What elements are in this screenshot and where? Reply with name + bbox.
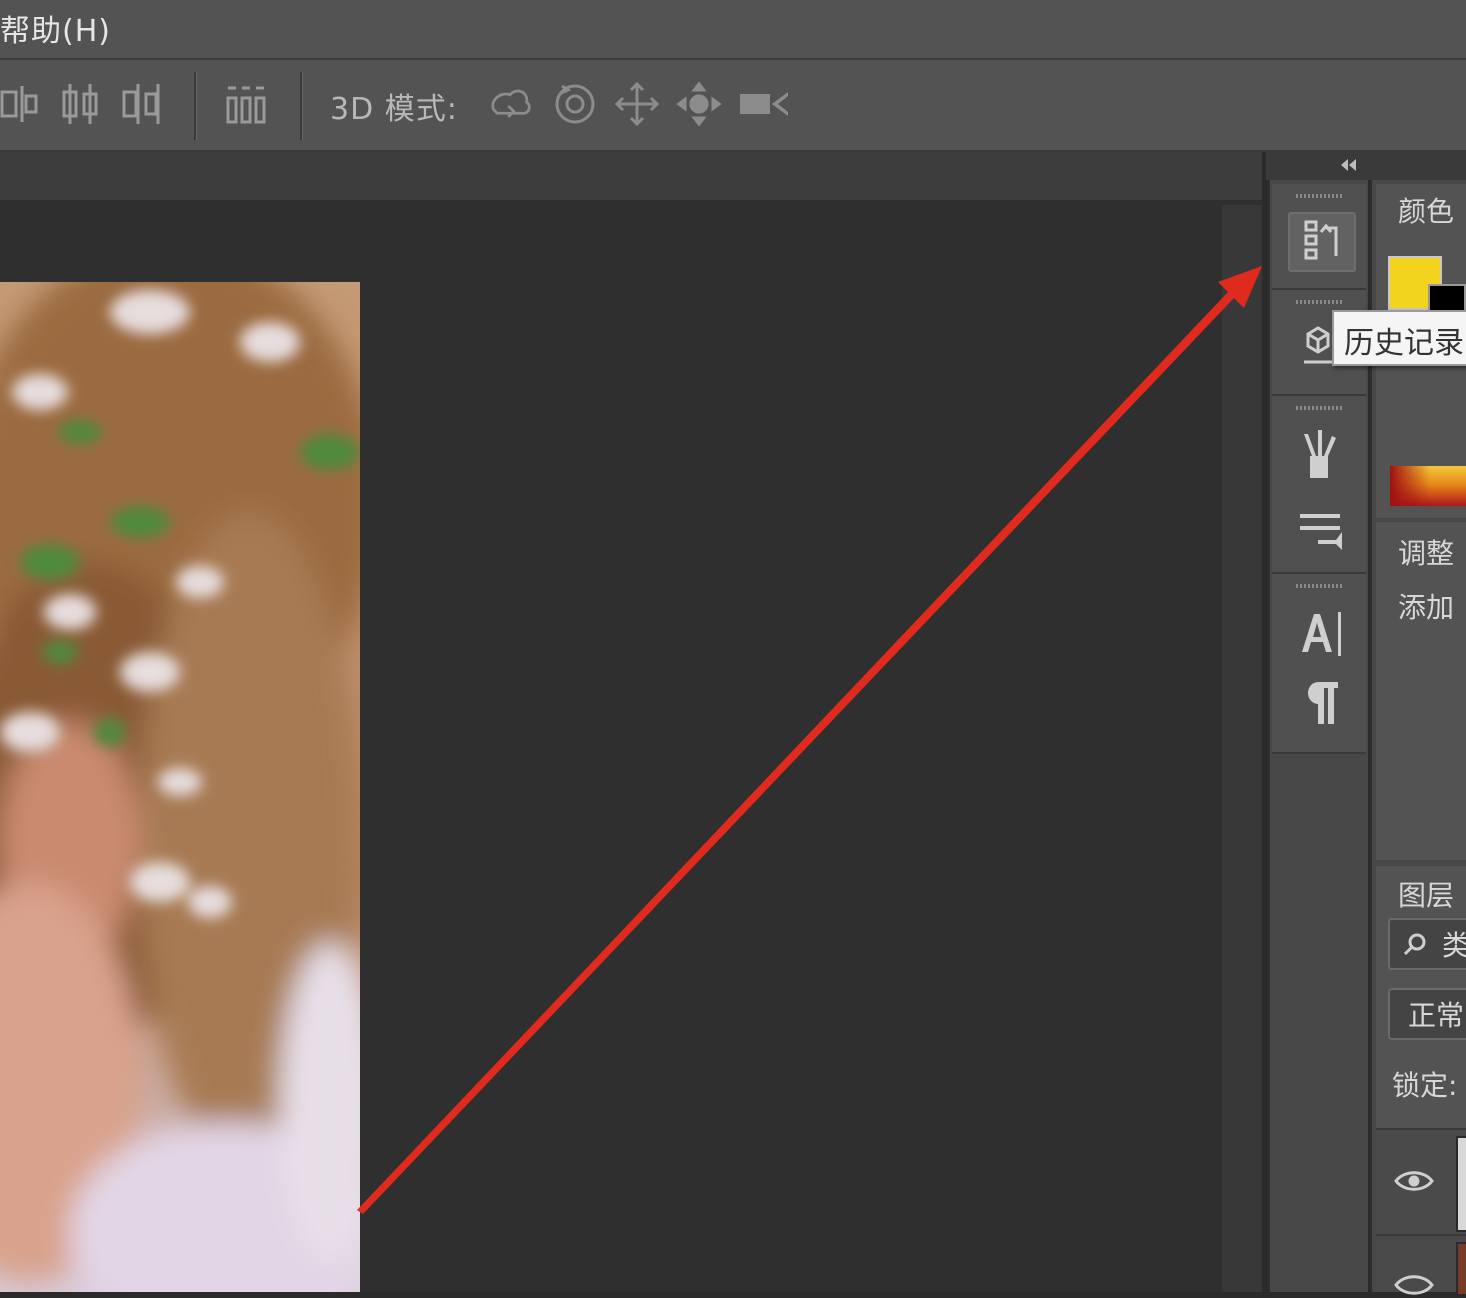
panel-grip[interactable] xyxy=(1296,194,1344,198)
color-panel-title[interactable]: 颜色 xyxy=(1398,190,1454,230)
lock-label: 锁定: xyxy=(1392,1069,1458,1102)
panel-grip[interactable] xyxy=(1296,584,1344,588)
panel-group-type xyxy=(1272,574,1366,754)
canvas-vertical-scrollbar[interactable] xyxy=(1222,205,1262,1292)
visibility-eye-icon[interactable] xyxy=(1394,1272,1434,1298)
panel-group-history xyxy=(1272,184,1366,290)
panel-grip[interactable] xyxy=(1296,406,1344,410)
3d-slide-icon[interactable] xyxy=(676,80,722,128)
search-icon xyxy=(1403,933,1426,956)
blend-mode-value: 正常 xyxy=(1408,999,1465,1032)
dock-header xyxy=(1266,152,1466,180)
layer-filter-kind: 类 xyxy=(1442,929,1466,962)
tooltip-text: 历史记录 xyxy=(1344,326,1464,361)
align-right-edges-icon[interactable] xyxy=(0,80,46,128)
3d-scale-icon[interactable] xyxy=(738,80,792,128)
tooltip: 历史记录 xyxy=(1332,310,1466,366)
adjustments-panel-title[interactable]: 调整 xyxy=(1398,532,1454,572)
panel-grip[interactable] xyxy=(1296,300,1344,304)
history-icon[interactable] xyxy=(1288,212,1356,272)
portrait-photo xyxy=(0,282,360,1292)
layer-filter-dropdown[interactable]: 类 xyxy=(1388,918,1466,970)
brush-preset-icon[interactable] xyxy=(1288,502,1352,558)
toolbar-separator xyxy=(194,72,197,140)
panel-group-brushes xyxy=(1272,396,1366,574)
brush-icon[interactable] xyxy=(1288,426,1352,482)
distribute-right-edges-icon[interactable] xyxy=(120,80,166,128)
options-bar: 3D 模式: xyxy=(0,60,1466,152)
layers-panel: 图层 类 正常 锁定: xyxy=(1376,866,1466,1296)
paragraph-icon[interactable] xyxy=(1288,674,1352,730)
auto-align-layers-icon[interactable] xyxy=(224,80,270,128)
adjustments-panel: 调整 添加 xyxy=(1376,522,1466,860)
toolbar-separator xyxy=(300,72,303,140)
character-icon[interactable] xyxy=(1288,604,1352,660)
3d-mode-label: 3D 模式: xyxy=(330,92,458,127)
color-ramp-shade xyxy=(1390,466,1430,506)
document-tab-strip xyxy=(0,152,1262,201)
menu-bar: 帮助(H) xyxy=(0,0,1466,60)
3d-pan-icon[interactable] xyxy=(614,80,660,128)
layer-thumbnail[interactable] xyxy=(1456,1242,1466,1296)
distribute-horizontal-centers-icon[interactable] xyxy=(58,80,104,128)
adjustments-hint: 添加 xyxy=(1398,591,1455,624)
layer-row[interactable] xyxy=(1376,1128,1466,1236)
layer-thumbnail[interactable] xyxy=(1456,1136,1466,1232)
blend-mode-dropdown[interactable]: 正常 xyxy=(1388,988,1466,1040)
visibility-eye-icon[interactable] xyxy=(1394,1168,1434,1194)
3d-roll-icon[interactable] xyxy=(552,80,598,128)
menu-help[interactable]: 帮助(H) xyxy=(0,6,111,50)
3d-rotate-icon[interactable] xyxy=(488,80,534,128)
document-image[interactable] xyxy=(0,282,360,1292)
collapse-panels-icon[interactable] xyxy=(1336,152,1360,178)
layers-panel-title[interactable]: 图层 xyxy=(1398,874,1454,914)
layer-row[interactable] xyxy=(1376,1236,1466,1296)
